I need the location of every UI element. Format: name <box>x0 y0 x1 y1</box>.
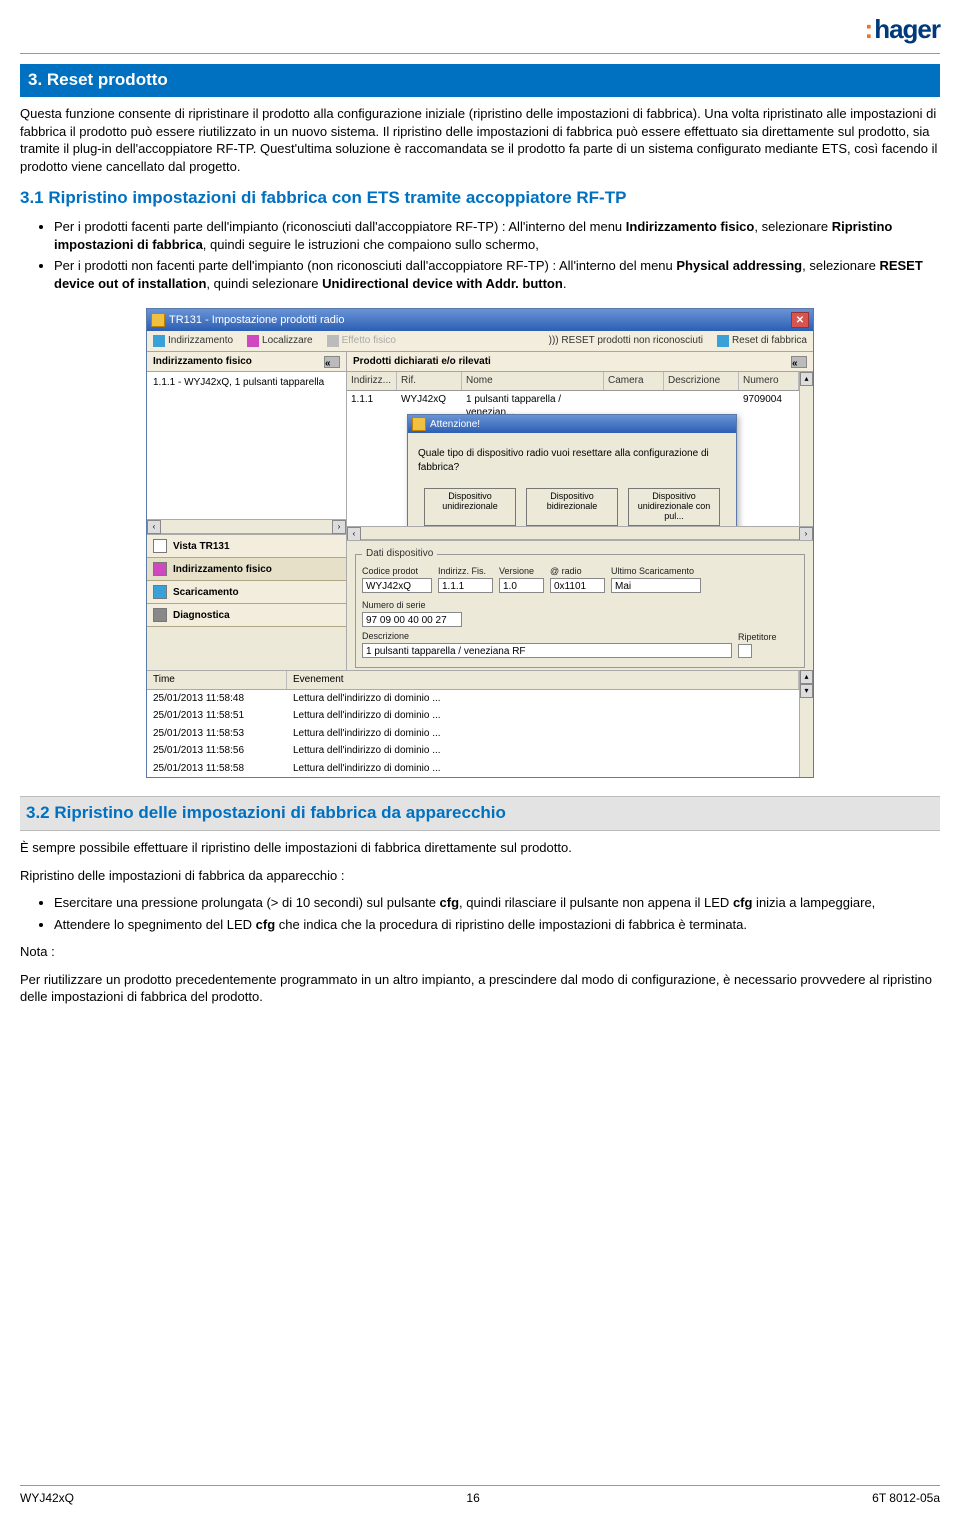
scroll-left-button[interactable]: ‹ <box>347 527 361 541</box>
vista-icon <box>153 539 167 553</box>
field-codice[interactable]: WYJ42xQ <box>362 578 432 593</box>
log-row: 25/01/2013 11:58:58Lettura dell'indirizz… <box>147 760 799 778</box>
acc-diagnostica[interactable]: Diagnostica <box>147 604 346 627</box>
toolbar-effetto: Effetto fisico <box>327 334 396 348</box>
window-title: TR131 - Impostazione prodotti radio <box>169 313 344 328</box>
section-3-1-list: Per i prodotti facenti parte dell'impian… <box>20 218 940 292</box>
window-titlebar[interactable]: TR131 - Impostazione prodotti radio ✕ <box>147 309 813 331</box>
log-row: 25/01/2013 11:58:48Lettura dell'indirizz… <box>147 690 799 708</box>
field-descrizione[interactable]: 1 pulsanti tapparella / veneziana RF <box>362 643 732 658</box>
section-3-2-list: Esercitare una pressione prolungata (> d… <box>20 894 940 933</box>
field-radio[interactable]: 0x1101 <box>550 578 605 593</box>
log-row: 25/01/2013 11:58:53Lettura dell'indirizz… <box>147 725 799 743</box>
collapse-right-button[interactable]: « <box>791 356 807 368</box>
toolbar-reset-unknown[interactable]: ))) RESET prodotti non riconosciuti <box>549 334 703 348</box>
right-panel-header: Prodotti dichiarati e/o rilevati « <box>347 352 813 373</box>
col-nome[interactable]: Nome <box>462 372 604 390</box>
diagnostics-icon <box>153 608 167 622</box>
section-3-2-header: 3.2 Ripristino delle impostazioni di fab… <box>20 796 940 831</box>
list-item: Esercitare una pressione prolungata (> d… <box>54 894 940 912</box>
effect-icon <box>327 335 339 347</box>
brand-logo: hager <box>865 14 940 44</box>
scroll-right-button[interactable]: › <box>332 520 346 534</box>
btn-bidirezionale[interactable]: Dispositivo bidirezionale <box>526 488 618 526</box>
list-item: Per i prodotti non facenti parte dell'im… <box>54 257 940 292</box>
warning-icon <box>412 417 426 431</box>
app-toolbar: Indirizzamento Localizzare Effetto fisic… <box>147 331 813 352</box>
footer-right: 6T 8012-05a <box>872 1490 940 1506</box>
section-3-2-p2: Ripristino delle impostazioni di fabbric… <box>20 867 940 885</box>
product-grid[interactable]: Indirizz... Rif. Nome Camera Descrizione… <box>347 372 799 526</box>
scroll-up-button[interactable]: ▴ <box>800 670 813 684</box>
tree-scrollbar[interactable]: ‹ › <box>147 520 346 534</box>
locate-icon <box>247 335 259 347</box>
section-3-intro: Questa funzione consente di ripristinare… <box>20 105 940 175</box>
scroll-left-button[interactable]: ‹ <box>147 520 161 534</box>
col-rif[interactable]: Rif. <box>397 372 462 390</box>
list-item: Attendere lo spegnimento del LED cfg che… <box>54 916 940 934</box>
collapse-left-button[interactable]: « <box>324 356 340 368</box>
factory-reset-icon <box>717 335 729 347</box>
acc-scaricamento[interactable]: Scaricamento <box>147 581 346 604</box>
toolbar-factory-reset[interactable]: Reset di fabbrica <box>717 334 807 348</box>
toolbar-indirizzamento[interactable]: Indirizzamento <box>153 334 233 348</box>
event-log: Time Evenement 25/01/2013 11:58:48Lettur… <box>147 670 799 777</box>
log-row: 25/01/2013 11:58:51Lettura dell'indirizz… <box>147 707 799 725</box>
footer-left: WYJ42xQ <box>20 1490 74 1506</box>
device-data-panel: Dati dispositivo Codice prodotWYJ42xQ In… <box>355 547 805 668</box>
logo-bar: hager <box>20 12 940 53</box>
section-3-header: 3. Reset prodotto <box>20 64 940 97</box>
ripetitore-checkbox[interactable] <box>738 644 752 658</box>
addressing-icon <box>153 562 167 576</box>
log-row: 25/01/2013 11:58:56Lettura dell'indirizz… <box>147 742 799 760</box>
col-descrizione[interactable]: Descrizione <box>664 372 739 390</box>
app-window: TR131 - Impostazione prodotti radio ✕ In… <box>146 308 814 778</box>
scroll-up-button[interactable]: ▴ <box>800 372 813 386</box>
note-text: Per riutilizzare un prodotto precedentem… <box>20 971 940 1006</box>
section-3-1-header: 3.1 Ripristino impostazioni di fabbrica … <box>20 187 940 210</box>
col-numero[interactable]: Numero <box>739 372 799 390</box>
left-panel-header: Indirizzamento fisico « <box>147 352 346 373</box>
col-indirizz[interactable]: Indirizz... <box>347 372 397 390</box>
reset-modal: Attenzione! Quale tipo di dispositivo ra… <box>407 414 737 526</box>
modal-title: Attenzione! <box>430 418 480 432</box>
device-tree[interactable]: 1.1.1 - WYJ42xQ, 1 pulsanti tapparella <box>147 372 346 520</box>
divider <box>20 53 940 54</box>
tree-item[interactable]: 1.1.1 - WYJ42xQ, 1 pulsanti tapparella <box>153 376 340 390</box>
field-indirizz[interactable]: 1.1.1 <box>438 578 493 593</box>
scroll-right-button[interactable]: › <box>799 527 813 541</box>
field-versione[interactable]: 1.0 <box>499 578 544 593</box>
panel-legend: Dati dispositivo <box>362 547 437 561</box>
list-item: Per i prodotti facenti parte dell'impian… <box>54 218 940 253</box>
log-scrollbar[interactable]: ▴ ▾ <box>799 670 813 777</box>
grid-scrollbar[interactable]: ▴ <box>799 372 813 526</box>
btn-unidirezionale[interactable]: Dispositivo unidirezionale <box>424 488 516 526</box>
footer-center: 16 <box>466 1490 479 1506</box>
grid-scrollbar-h[interactable]: ‹ › <box>347 526 813 540</box>
modal-titlebar[interactable]: Attenzione! <box>408 415 736 433</box>
page-footer: WYJ42xQ 16 6T 8012-05a <box>20 1485 940 1506</box>
field-serie[interactable]: 97 09 00 40 00 27 <box>362 612 462 627</box>
btn-unidirezionale-pul[interactable]: Dispositivo unidirezionale con pul... <box>628 488 720 526</box>
modal-question: Quale tipo di dispositivo radio vuoi res… <box>418 447 726 474</box>
field-ultimo[interactable]: Mai <box>611 578 701 593</box>
log-col-event[interactable]: Evenement <box>287 671 799 689</box>
col-camera[interactable]: Camera <box>604 372 664 390</box>
app-icon <box>151 313 165 327</box>
close-button[interactable]: ✕ <box>791 312 809 328</box>
scroll-down-button[interactable]: ▾ <box>800 684 813 698</box>
download-icon <box>153 585 167 599</box>
log-col-time[interactable]: Time <box>147 671 287 689</box>
addressing-icon <box>153 335 165 347</box>
acc-vista[interactable]: Vista TR131 <box>147 535 346 558</box>
section-3-2-p1: È sempre possibile effettuare il riprist… <box>20 839 940 857</box>
acc-indirizzamento[interactable]: Indirizzamento fisico <box>147 558 346 581</box>
toolbar-localizzare[interactable]: Localizzare <box>247 334 313 348</box>
note-label: Nota : <box>20 943 940 961</box>
